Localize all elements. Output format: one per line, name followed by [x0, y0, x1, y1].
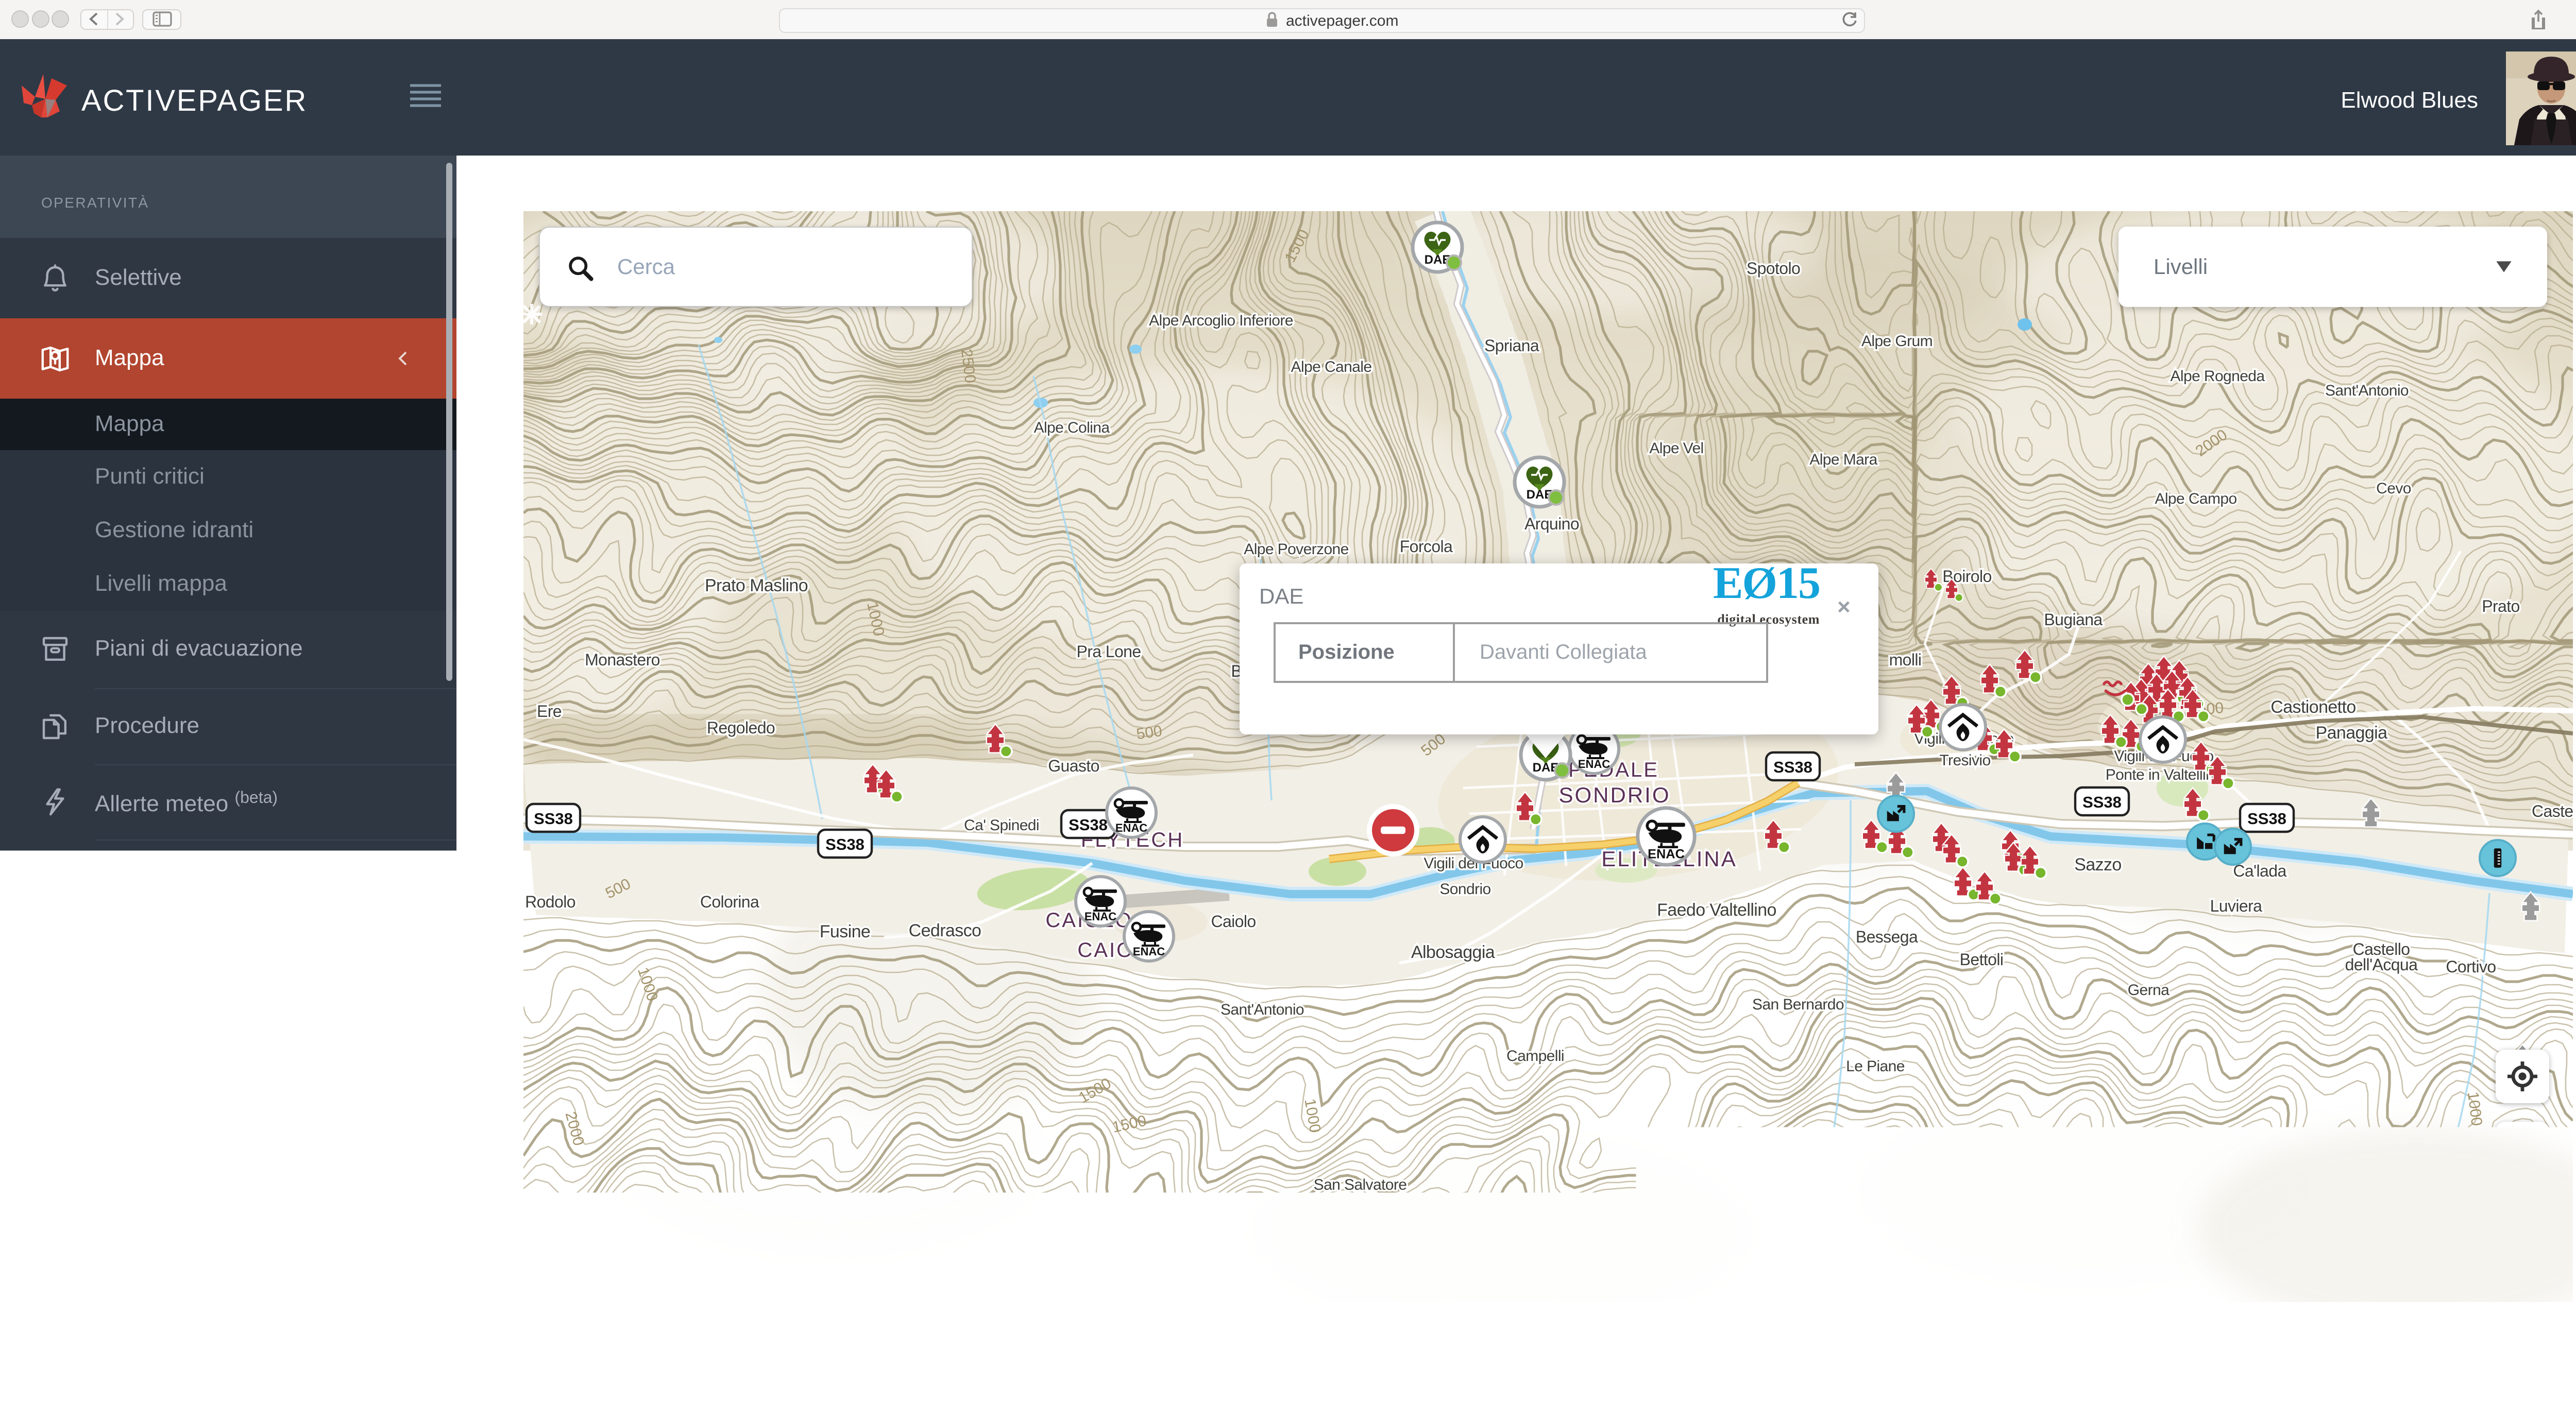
svg-text:Arquino: Arquino: [1524, 515, 1579, 533]
svg-text:Bessega: Bessega: [1856, 928, 1918, 946]
svg-text:Alpe Colina: Alpe Colina: [1034, 419, 1110, 436]
svg-text:Bugiana: Bugiana: [2044, 610, 2103, 629]
svg-text:Monastero: Monastero: [585, 650, 660, 669]
svg-text:Sant'Antonio: Sant'Antonio: [2325, 382, 2409, 399]
svg-text:Campelli: Campelli: [1506, 1048, 1564, 1065]
svg-text:SS38: SS38: [2247, 810, 2286, 828]
svg-text:Ere: Ere: [537, 702, 562, 721]
svg-text:SONDRIO: SONDRIO: [1558, 783, 1670, 807]
svg-text:Gerna: Gerna: [2128, 982, 2170, 999]
svg-text:Panaggia: Panaggia: [2316, 723, 2388, 743]
svg-text:Bettoli: Bettoli: [1960, 950, 2004, 969]
svg-text:Pra Lone: Pra Lone: [1076, 642, 1141, 661]
svg-text:SS38: SS38: [1773, 758, 1812, 776]
svg-text:Alpe Grum: Alpe Grum: [1861, 333, 1933, 350]
svg-text:Alpe Poverzone: Alpe Poverzone: [1244, 541, 1348, 558]
svg-text:Luviera: Luviera: [2210, 897, 2263, 915]
svg-text:San Salvatore: San Salvatore: [1314, 1176, 1407, 1193]
svg-text:Forcola: Forcola: [1400, 537, 1453, 556]
svg-text:Guasto: Guasto: [1048, 757, 1099, 775]
svg-text:SS38: SS38: [825, 835, 865, 853]
svg-text:Vedello: Vedello: [1485, 1243, 1534, 1260]
svg-text:molli: molli: [1889, 650, 1922, 669]
svg-text:Alpe Vel: Alpe Vel: [1649, 440, 1703, 457]
svg-text:Alpe Arcoglio Inferiore: Alpe Arcoglio Inferiore: [1149, 312, 1293, 329]
svg-text:Castelvet: Castelvet: [2532, 802, 2573, 820]
svg-text:Sazzo: Sazzo: [2074, 855, 2122, 875]
svg-text:Ca Pizzini: Ca Pizzini: [2244, 1151, 2310, 1168]
svg-text:Faedo Valtellino: Faedo Valtellino: [1657, 900, 1776, 920]
svg-text:Sondrio: Sondrio: [1439, 881, 1490, 898]
svg-text:Armisola: Armisola: [2037, 1156, 2095, 1173]
svg-text:Sant'Antonio: Sant'Antonio: [1221, 1001, 1304, 1018]
svg-text:Tresivio: Tresivio: [1939, 752, 1990, 769]
svg-text:Alpe Mara: Alpe Mara: [1809, 451, 1877, 468]
svg-text:Spriana: Spriana: [1484, 336, 1539, 355]
svg-text:SS38: SS38: [1069, 816, 1108, 834]
svg-text:Castionetto: Castionetto: [2270, 697, 2355, 717]
svg-text:Cortivo: Cortivo: [2446, 957, 2496, 976]
svg-text:Cedrasco: Cedrasco: [909, 921, 981, 940]
svg-text:Le Piane: Le Piane: [1846, 1058, 1905, 1075]
svg-text:SS38: SS38: [534, 810, 573, 828]
svg-text:Regoledo: Regoledo: [707, 718, 775, 737]
svg-text:Alpe Rogneda: Alpe Rogneda: [2171, 368, 2265, 385]
svg-text:Alpe Canale: Alpe Canale: [1291, 358, 1372, 375]
svg-text:Ca' Spinedi: Ca' Spinedi: [964, 817, 1039, 834]
svg-text:San Bernardo: San Bernardo: [1752, 996, 1844, 1013]
svg-text:Prato Maslino: Prato Maslino: [705, 576, 808, 595]
svg-text:SS38: SS38: [2082, 793, 2122, 811]
svg-text:Cevo: Cevo: [2376, 480, 2411, 497]
svg-text:Spotolo: Spotolo: [1747, 259, 1800, 278]
svg-text:Caiolo: Caiolo: [1211, 912, 1256, 931]
svg-text:Albosaggia: Albosaggia: [1411, 943, 1495, 962]
svg-text:Fusine: Fusine: [820, 922, 870, 941]
svg-text:Rodolo: Rodolo: [525, 893, 575, 911]
svg-text:mapbox: mapbox: [576, 1265, 677, 1296]
svg-text:Ca'lada: Ca'lada: [2233, 862, 2286, 880]
svg-text:dell'Acqua: dell'Acqua: [2345, 955, 2418, 974]
svg-text:500: 500: [1136, 723, 1163, 743]
svg-text:Colorina: Colorina: [700, 893, 759, 911]
svg-text:Prato: Prato: [2482, 597, 2520, 615]
svg-text:Alpe Campo: Alpe Campo: [2155, 490, 2236, 507]
